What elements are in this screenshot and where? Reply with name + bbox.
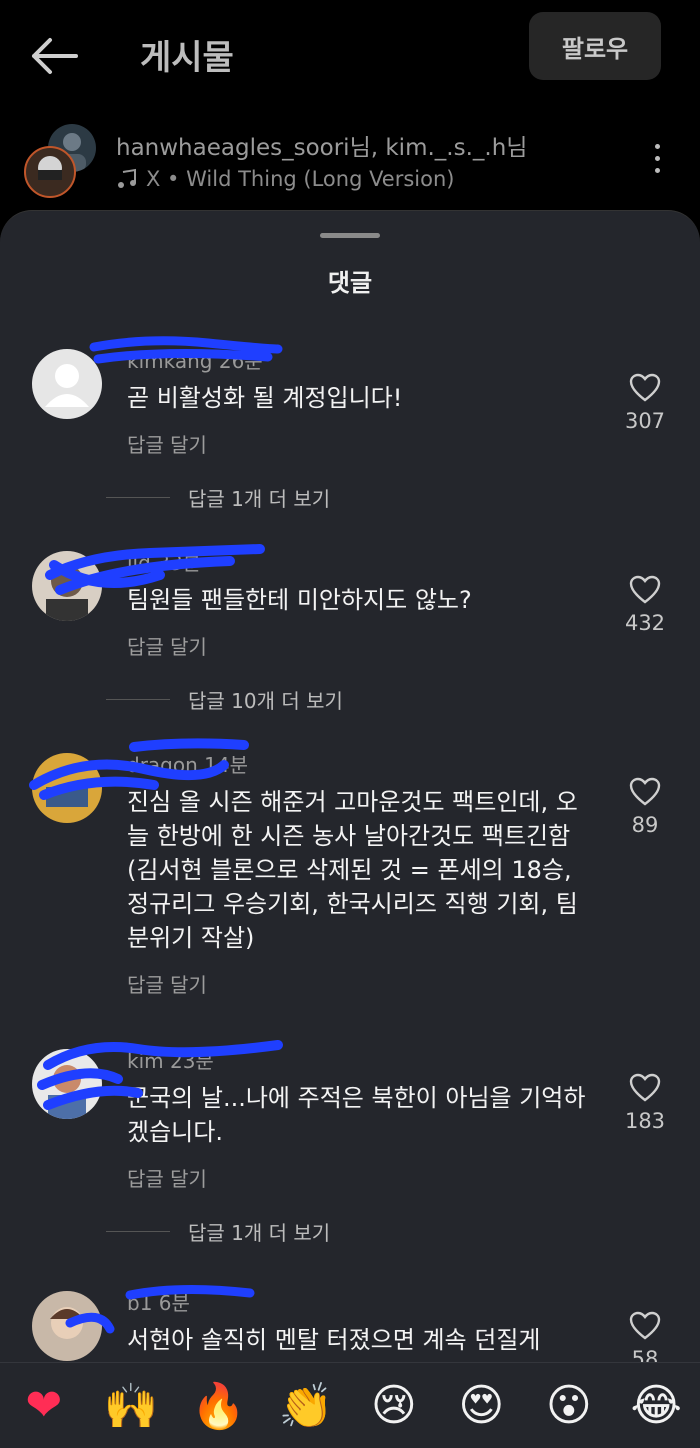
reply-button[interactable]: 답글 달기: [127, 429, 207, 458]
like-button[interactable]: 307: [610, 373, 680, 433]
comment-username[interactable]: lld: [127, 551, 151, 575]
comment-username[interactable]: b1: [127, 1291, 152, 1315]
laughing-emoji-button[interactable]: 😂: [624, 1374, 688, 1438]
like-count: 307: [624, 409, 666, 433]
divider-line: [106, 497, 170, 498]
like-button[interactable]: 432: [610, 575, 680, 635]
comments-sheet: 댓글 kimkang 26분 곧 비활성화 될 계정입니다! 답글 달기 307…: [0, 210, 700, 1448]
like-count: 89: [631, 813, 659, 837]
divider-line: [106, 699, 170, 700]
comment-text: 곧 비활성화 될 계정입니다!: [127, 384, 403, 412]
divider-line: [106, 1231, 170, 1232]
view-more-replies[interactable]: 답글 1개 더 보기: [106, 1217, 330, 1246]
like-count: 432: [624, 611, 666, 635]
more-options-icon[interactable]: [652, 144, 662, 178]
avatar[interactable]: [32, 753, 102, 823]
heart-icon: [629, 575, 661, 604]
avatar[interactable]: [32, 1049, 102, 1119]
like-button[interactable]: 183: [610, 1073, 680, 1133]
heart-icon: [629, 1311, 661, 1340]
avatar[interactable]: [32, 551, 102, 621]
like-count: 183: [624, 1109, 666, 1133]
view-more-replies[interactable]: 답글 1개 더 보기: [106, 483, 330, 512]
heart-emoji-button[interactable]: ❤: [12, 1374, 76, 1438]
heart-icon: [629, 1073, 661, 1102]
reply-button[interactable]: 답글 달기: [127, 631, 207, 660]
back-arrow-icon[interactable]: [28, 34, 80, 78]
comment-text: 군국의 날...나에 주적은 북한이 아님을 기억하겠습니다.: [127, 1084, 586, 1146]
avatar: [24, 146, 76, 198]
music-label: X • Wild Thing (Long Version): [146, 167, 455, 191]
view-more-replies[interactable]: 답글 10개 더 보기: [106, 685, 343, 714]
page-title: 게시물: [140, 38, 234, 78]
surprised-emoji-button[interactable]: 😮: [537, 1374, 601, 1438]
comment-time: 14분: [204, 753, 248, 777]
comment-username[interactable]: dragon: [127, 753, 198, 777]
post-header: 게시물 팔로우 hanwhaeagles_soori님, kim._.s._.h…: [0, 0, 700, 210]
default-avatar-icon: [45, 364, 89, 407]
reply-button[interactable]: 답글 달기: [127, 969, 207, 998]
comment-text: 서현아 솔직히 멘탈 터졌으면 계속 던질게: [127, 1326, 541, 1354]
comment-text: 진심 올 시즌 해준거 고마운것도 팩트인데, 오늘 한방에 한 시즌 농사 날…: [127, 788, 578, 952]
author-avatars[interactable]: [24, 124, 98, 198]
heart-icon: [629, 373, 661, 402]
comment-text: 팀원들 팬들한테 미안하지도 않노?: [127, 586, 472, 614]
like-button[interactable]: 89: [610, 777, 680, 837]
heart-eyes-emoji-button[interactable]: 😍: [449, 1374, 513, 1438]
view-more-replies-label: 답글 10개 더 보기: [188, 689, 343, 713]
crying-emoji-button[interactable]: 😢: [362, 1374, 426, 1438]
view-more-replies-label: 답글 1개 더 보기: [188, 487, 331, 511]
fire-emoji-button[interactable]: 🔥: [187, 1374, 251, 1438]
clapping-emoji-button[interactable]: 👏: [274, 1374, 338, 1438]
comment-username[interactable]: kim: [127, 1049, 164, 1073]
view-more-replies-label: 답글 1개 더 보기: [188, 1221, 331, 1245]
comment-username[interactable]: kimkang: [127, 349, 212, 373]
sheet-drag-handle[interactable]: [320, 233, 380, 238]
heart-icon: [629, 777, 661, 806]
avatar[interactable]: [32, 349, 102, 419]
sheet-title: 댓글: [327, 269, 373, 297]
post-authors[interactable]: hanwhaeagles_soori님, kim._.s._.h님: [116, 128, 527, 162]
comment-time: 26분: [218, 349, 263, 373]
comment-time: 33분: [157, 551, 202, 575]
music-info[interactable]: X • Wild Thing (Long Version): [116, 167, 455, 191]
music-note-icon: [118, 168, 136, 188]
reply-button[interactable]: 답글 달기: [127, 1163, 207, 1192]
comment-time: 6분: [158, 1291, 190, 1315]
follow-button[interactable]: 팔로우: [529, 12, 661, 80]
avatar[interactable]: [32, 1291, 102, 1361]
comment-time: 23분: [169, 1049, 214, 1073]
quick-reaction-bar: ❤ 🙌 🔥 👏 😢 😍 😮 😂: [0, 1362, 700, 1448]
raising-hands-emoji-button[interactable]: 🙌: [99, 1374, 163, 1438]
